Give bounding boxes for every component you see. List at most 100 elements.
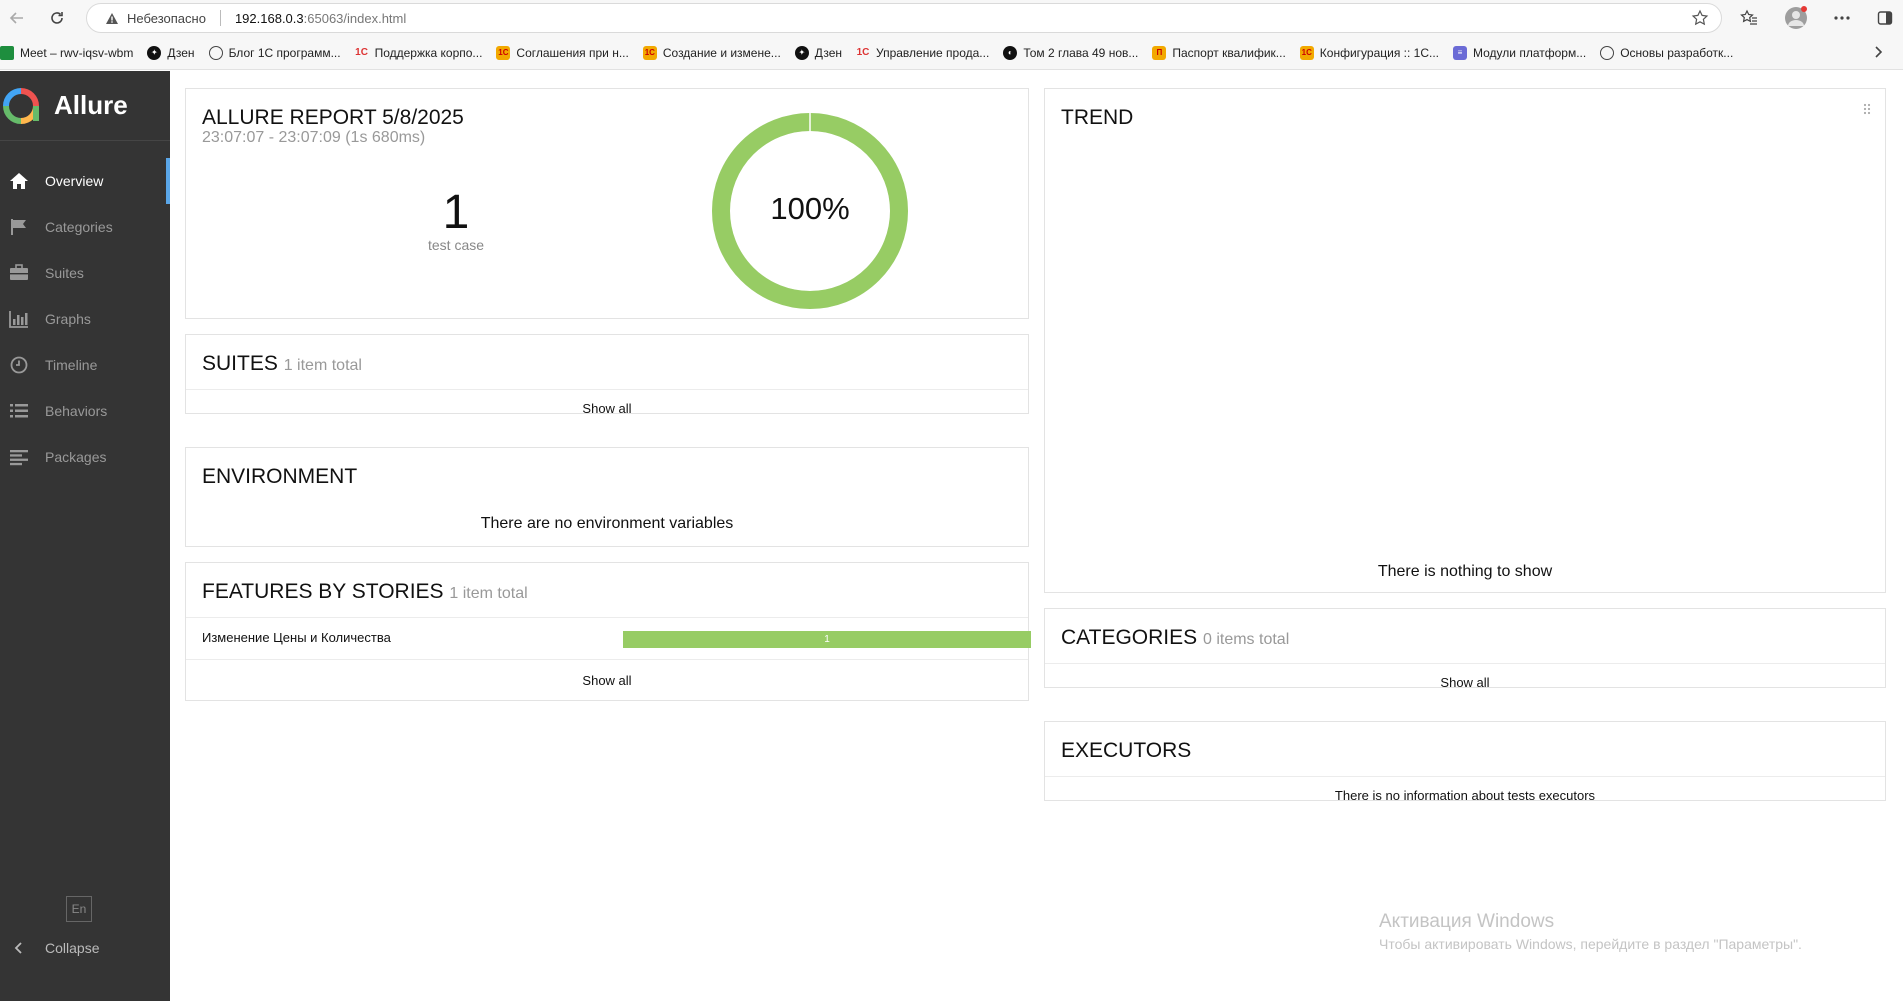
bookmark-label: Модули платформ...	[1473, 45, 1587, 60]
back-button[interactable]	[4, 5, 30, 31]
bookmark-label: Основы разработк...	[1620, 45, 1734, 60]
flag-icon	[8, 218, 30, 236]
bookmark-label: Создание и измене...	[662, 45, 781, 60]
security-label[interactable]: Небезопасно	[127, 11, 206, 26]
bookmark-label: Управление прода...	[876, 45, 990, 60]
sidebar-item-suites[interactable]: Suites	[0, 250, 170, 296]
bookmark-modules[interactable]: ≡ Модули платформ...	[1453, 45, 1587, 60]
bookmark-agreements[interactable]: 1С Соглашения при н...	[496, 45, 629, 60]
reload-button[interactable]	[44, 5, 70, 31]
reload-icon	[51, 12, 63, 24]
report-time: 23:07:07 - 23:07:09 (1s 680ms)	[202, 129, 426, 146]
meet-icon	[0, 45, 14, 60]
1c-icon: 1С	[856, 47, 870, 58]
brand-name: Allure	[54, 90, 128, 120]
sidebar-item-categories[interactable]: Categories	[0, 204, 170, 250]
features-title-text: FEATURES BY STORIES	[202, 580, 444, 603]
url-separator	[219, 10, 221, 26]
bookmark-meet[interactable]: Meet – rwv-iqsv-wbm	[0, 45, 133, 60]
categories-count: 0 items total	[1202, 631, 1290, 648]
1c-orange-icon: 1С	[1299, 45, 1314, 60]
categories-title-text: CATEGORIES	[1061, 626, 1198, 649]
divider	[1045, 776, 1885, 777]
1c-orange-icon: 1С	[496, 45, 511, 60]
sidebar-item-label: Overview	[45, 173, 104, 189]
more-button[interactable]	[1829, 5, 1855, 31]
passport-icon: П	[1152, 45, 1167, 60]
globe-icon	[208, 45, 223, 60]
sidebar-item-behaviors[interactable]: Behaviors	[0, 388, 170, 434]
bookmark-support[interactable]: 1С Поддержка корпо...	[355, 46, 482, 60]
windows-activation-watermark: Активация Windows Чтобы активировать Win…	[1379, 911, 1802, 952]
categories-title: CATEGORIES 0 items total	[1061, 626, 1289, 650]
suites-show-all-link[interactable]: Show all	[186, 401, 1028, 416]
bookmark-create[interactable]: 1С Создание и измене...	[642, 45, 781, 60]
bookmark-label: Конфигурация :: 1С...	[1319, 45, 1440, 60]
sidebar-item-label: Graphs	[45, 311, 91, 327]
bookmark-dzen[interactable]: ✦ Дзен	[147, 45, 195, 60]
bookmark-label: Блог 1С программ...	[228, 45, 341, 60]
bookmarks-bar: Meet – rwv-iqsv-wbm ✦ Дзен Блог 1С програ…	[0, 36, 1903, 70]
feature-status-bar[interactable]: 1	[623, 631, 1031, 648]
bookmark-passport[interactable]: П Паспорт квалифик...	[1152, 45, 1286, 60]
bookmark-star-icon[interactable]	[1691, 9, 1709, 32]
language-switch[interactable]: En	[66, 896, 92, 922]
sidebar-item-label: Suites	[45, 265, 84, 281]
environment-title: ENVIRONMENT	[202, 465, 358, 488]
allure-logo-icon	[3, 87, 39, 124]
suites-title-text: SUITES	[202, 352, 278, 375]
test-case-label: test case	[427, 237, 485, 253]
sidebar-item-timeline[interactable]: Timeline	[0, 342, 170, 388]
warning-icon[interactable]	[105, 12, 119, 25]
trend-empty-message: There is nothing to show	[1377, 563, 1553, 580]
trend-title: TREND	[1061, 106, 1134, 129]
feature-name: Изменение Цены и Количества	[202, 630, 391, 645]
sidebar-panel-icon	[1877, 11, 1893, 25]
bookmark-book[interactable]: ◐ Том 2 глава 49 нов...	[1003, 45, 1139, 60]
sidebar-item-overview[interactable]: Overview	[0, 158, 170, 204]
bookmarks-more-chevron-icon[interactable]	[1873, 45, 1883, 64]
back-arrow-icon	[9, 12, 23, 24]
sidebar-item-label: Behaviors	[45, 403, 108, 419]
chevron-left-icon	[8, 941, 30, 955]
suites-widget: SUITES 1 item total Show all	[185, 334, 1029, 416]
bookmark-basics[interactable]: Основы разработк...	[1600, 45, 1734, 60]
features-show-all-link[interactable]: Show all	[186, 673, 1028, 688]
executors-widget: EXECUTORS There is no information about …	[1044, 721, 1886, 803]
watermark-title: Активация Windows	[1379, 911, 1555, 932]
profile-button[interactable]	[1783, 5, 1809, 31]
dzen-icon: ✦	[147, 45, 162, 60]
features-count: 1 item total	[449, 585, 528, 602]
sidebar-toggle-button[interactable]	[1872, 5, 1898, 31]
features-title: FEATURES BY STORIES 1 item total	[202, 580, 528, 604]
1c-icon: 1С	[355, 47, 368, 58]
bookmark-blog-1c[interactable]: Блог 1С программ...	[208, 45, 341, 60]
test-case-count: 1	[442, 186, 470, 239]
collapse-button[interactable]: Collapse	[0, 933, 99, 963]
executors-empty-message: There is no information about tests exec…	[1334, 788, 1596, 803]
favorites-button[interactable]	[1736, 5, 1762, 31]
divider	[186, 389, 1028, 390]
divider	[186, 659, 1028, 660]
address-bar[interactable]: Небезопасно 192.168.0.3:65063/index.html	[86, 3, 1722, 33]
bookmark-label: Том 2 глава 49 нов...	[1023, 45, 1139, 60]
sidebar-menu: Overview Categories Suites Graphs Timeli…	[0, 158, 170, 480]
home-icon	[8, 172, 30, 190]
report-summary-widget: ALLURE REPORT 5/8/2025 23:07:07 - 23:07:…	[185, 88, 1029, 319]
url-host: 192.168.0.3	[234, 10, 304, 26]
divider	[186, 617, 1028, 618]
features-by-stories-widget: FEATURES BY STORIES 1 item total Изменен…	[185, 562, 1031, 701]
sidebar-item-packages[interactable]: Packages	[0, 434, 170, 480]
brand[interactable]: Allure	[0, 71, 170, 141]
categories-show-all-link[interactable]: Show all	[1045, 675, 1885, 690]
trend-widget: TREND There is nothing to show	[1044, 88, 1886, 593]
drag-handle-icon[interactable]	[1863, 103, 1871, 115]
sidebar-item-graphs[interactable]: Graphs	[0, 296, 170, 342]
bookmark-sales[interactable]: 1С Управление прода...	[856, 45, 990, 60]
bookmark-label: Дзен	[167, 45, 195, 60]
align-left-icon	[8, 448, 30, 466]
bookmark-config[interactable]: 1С Конфигурация :: 1С...	[1299, 45, 1440, 60]
bookmark-dzen-2[interactable]: ✦ Дзен	[794, 45, 842, 60]
sidebar-item-label: Packages	[45, 449, 107, 465]
list-icon	[8, 402, 30, 420]
